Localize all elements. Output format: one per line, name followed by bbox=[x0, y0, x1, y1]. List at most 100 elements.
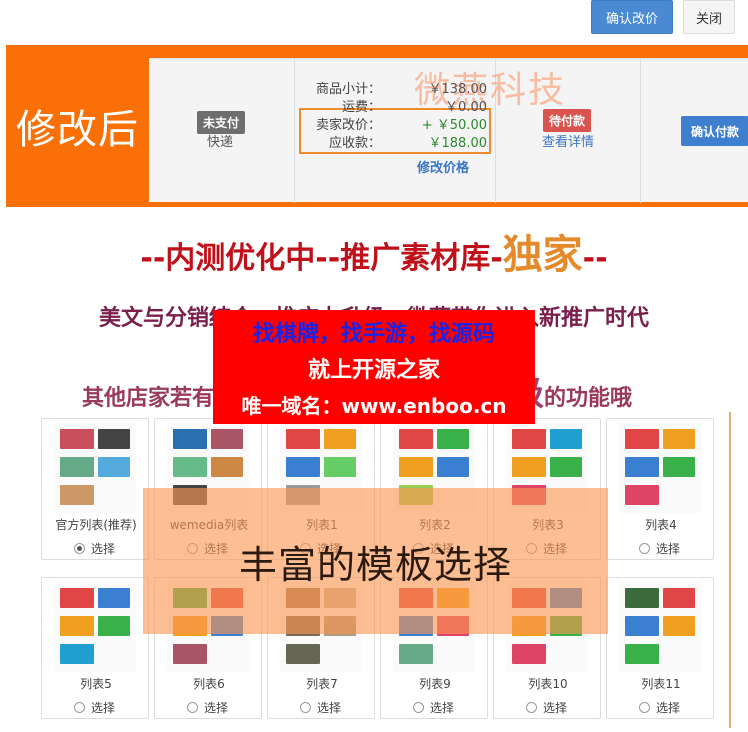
thumbnail-block bbox=[60, 644, 94, 664]
ad-line-2: 就上开源之家 bbox=[307, 358, 440, 383]
radio-circle-icon[interactable] bbox=[74, 702, 85, 713]
thumbnail-block bbox=[211, 429, 243, 449]
template-card[interactable]: 列表5 选择 bbox=[41, 577, 149, 719]
thumbnail-block bbox=[173, 644, 207, 664]
thumbnail-block bbox=[437, 457, 469, 477]
confirm-price-button[interactable]: 确认改价 bbox=[591, 0, 673, 34]
thumbnail-block bbox=[60, 457, 94, 477]
template-name: 列表9 bbox=[419, 677, 451, 691]
headline-part-c: 独家 bbox=[502, 232, 583, 278]
template-radio[interactable]: 选择 bbox=[187, 699, 228, 716]
radio-circle-icon[interactable] bbox=[187, 702, 198, 713]
thumbnail-block bbox=[98, 457, 130, 477]
headline: --内测优化中--推广素材库-独家-- bbox=[0, 222, 748, 280]
template-card[interactable]: 列表4 选择 bbox=[606, 418, 714, 560]
ad-line-1: 找棋牌，找手游，找源码 bbox=[252, 322, 495, 347]
thumbnail-block bbox=[286, 644, 320, 664]
confirm-payment-button[interactable]: 确认付款 bbox=[681, 116, 748, 146]
template-thumbnail bbox=[619, 423, 701, 513]
radio-label: 选择 bbox=[317, 701, 342, 715]
radio-circle-icon[interactable] bbox=[526, 702, 537, 713]
template-name: 列表7 bbox=[306, 677, 338, 691]
thumbnail-block bbox=[625, 588, 659, 608]
modify-price-link[interactable]: 修改价格 bbox=[417, 157, 469, 176]
radio-circle-icon[interactable] bbox=[639, 543, 650, 554]
template-radio[interactable]: 选择 bbox=[639, 540, 680, 557]
radio-label: 选择 bbox=[204, 701, 229, 715]
thumbnail-block bbox=[625, 457, 659, 477]
thumbnail-block bbox=[98, 588, 130, 608]
view-detail-link[interactable]: 查看详情 bbox=[542, 131, 594, 150]
thumbnail-block bbox=[60, 485, 94, 505]
thumbnail-block bbox=[625, 644, 659, 664]
radio-label: 选择 bbox=[430, 701, 455, 715]
headline-part-a: --内测优化中-- bbox=[140, 241, 341, 276]
template-name: 列表11 bbox=[641, 677, 681, 691]
thumbnail-block bbox=[286, 457, 320, 477]
template-radio[interactable]: 选择 bbox=[413, 699, 454, 716]
thumbnail-block bbox=[550, 429, 582, 449]
template-card[interactable]: 官方列表(推荐) 选择 bbox=[41, 418, 149, 560]
radio-circle-icon[interactable] bbox=[639, 702, 650, 713]
radio-circle-icon[interactable] bbox=[413, 702, 424, 713]
thumbnail-block bbox=[663, 588, 695, 608]
thumbnail-block bbox=[60, 429, 94, 449]
order-row: 微燕科技 未支付 快递 商品小计： ￥138.00 运费： ￥0.00 卖家改价… bbox=[149, 58, 748, 203]
thumbnail-block bbox=[60, 616, 94, 636]
thumbnail-block bbox=[60, 588, 94, 608]
thumbnail-block bbox=[663, 429, 695, 449]
pending-payment-badge: 待付款 bbox=[543, 109, 592, 132]
thumbnail-block bbox=[399, 457, 433, 477]
close-button[interactable]: 关闭 bbox=[683, 0, 735, 34]
template-radio[interactable]: 选择 bbox=[639, 699, 680, 716]
shipping-fee-value: ￥0.00 bbox=[445, 100, 487, 115]
thumbnail-block bbox=[550, 457, 582, 477]
radio-label: 选择 bbox=[543, 701, 568, 715]
ad-line-3: 唯一域名：www.enboo.cn bbox=[241, 394, 507, 418]
thumbnail-block bbox=[211, 457, 243, 477]
thumbnail-block bbox=[512, 644, 546, 664]
thumbnail-block bbox=[173, 429, 207, 449]
template-name: 列表6 bbox=[193, 677, 225, 691]
template-name: 列表10 bbox=[528, 677, 568, 691]
receivable-value: ￥188.00 bbox=[428, 136, 488, 151]
thumbnail-block bbox=[625, 485, 659, 505]
template-card[interactable]: 列表11 选择 bbox=[606, 577, 714, 719]
template-radio[interactable]: 选择 bbox=[74, 540, 115, 557]
template-name: 官方列表(推荐) bbox=[55, 518, 137, 532]
thumbnail-block bbox=[663, 457, 695, 477]
order-summary-strip: 修改后 微燕科技 未支付 快递 商品小计： ￥138.00 运费： ￥0.00 … bbox=[6, 45, 748, 207]
thumbnail-block bbox=[324, 429, 356, 449]
template-radio[interactable]: 选择 bbox=[74, 699, 115, 716]
headline-part-b: 推广素材库- bbox=[340, 241, 503, 276]
templates-overlay-text: 丰富的模板选择 bbox=[238, 542, 512, 587]
subheadline-2-a: 其他店家若有 bbox=[82, 386, 215, 411]
template-radio[interactable]: 选择 bbox=[526, 699, 567, 716]
thumbnail-block bbox=[399, 429, 433, 449]
thumbnail-block bbox=[437, 429, 469, 449]
ad-banner[interactable]: 找棋牌，找手游，找源码 就上开源之家 唯一域名：www.enboo.cn bbox=[213, 310, 535, 424]
shipping-method: 快递 bbox=[207, 135, 234, 150]
radio-label: 选择 bbox=[91, 542, 116, 556]
thumbnail-block bbox=[512, 429, 546, 449]
seller-change-value: + ￥50.00 bbox=[421, 118, 487, 133]
radio-circle-icon[interactable] bbox=[74, 543, 85, 554]
thumbnail-block bbox=[399, 644, 433, 664]
thumbnail-block bbox=[286, 429, 320, 449]
thumbnail-block bbox=[324, 457, 356, 477]
thumbnail-block bbox=[625, 429, 659, 449]
template-name: 列表5 bbox=[80, 677, 112, 691]
template-thumbnail bbox=[619, 582, 701, 672]
radio-label: 选择 bbox=[656, 701, 681, 715]
thumbnail-block bbox=[98, 429, 130, 449]
radio-label: 选择 bbox=[91, 701, 116, 715]
radio-label: 选择 bbox=[656, 542, 681, 556]
radio-circle-icon[interactable] bbox=[300, 702, 311, 713]
divider bbox=[294, 59, 295, 203]
template-radio[interactable]: 选择 bbox=[300, 699, 341, 716]
subtotal-value: ￥138.00 bbox=[428, 82, 488, 97]
strip-label: 修改后 bbox=[16, 107, 139, 153]
templates-overlay: 丰富的模板选择 bbox=[143, 488, 608, 634]
thumbnail-block bbox=[663, 616, 695, 636]
divider bbox=[729, 412, 731, 728]
